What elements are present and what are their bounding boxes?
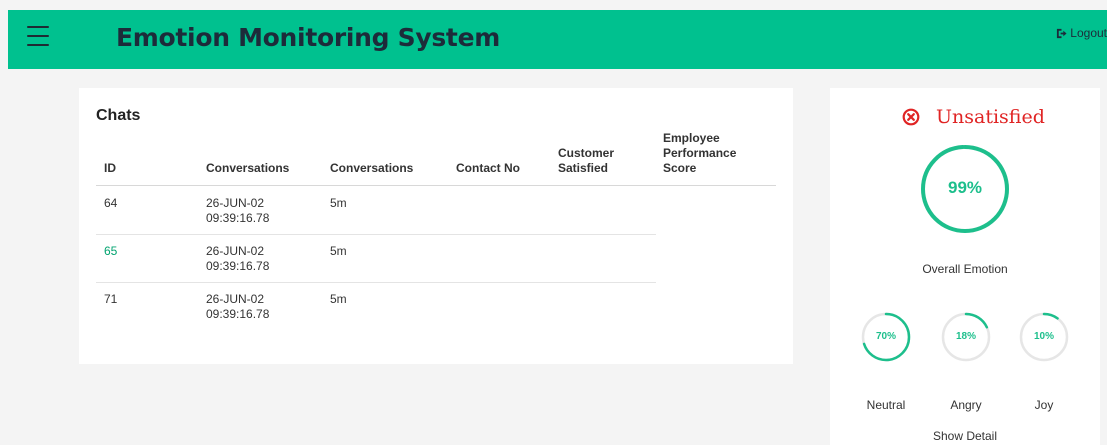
app-title: Emotion Monitoring System <box>116 23 500 52</box>
col-customer-satisfied: Customer Satisfied <box>558 146 615 175</box>
row-date-time: 09:39:16.78 <box>206 307 270 321</box>
emotion-card: Unsatisfied 99% Overall Emotion 70% 18% … <box>830 88 1100 445</box>
angry-gauge: 18% <box>941 312 991 362</box>
show-detail-link[interactable]: Show Detail <box>830 429 1100 443</box>
row-date-time: 09:39:16.78 <box>206 211 270 225</box>
overall-emotion-label: Overall Emotion <box>922 262 1008 276</box>
joy-gauge: 10% <box>1019 312 1069 362</box>
joy-percent: 10% <box>1033 331 1054 342</box>
neutral-label: Neutral <box>866 398 906 412</box>
logout-icon <box>1057 28 1067 38</box>
chats-title: Chats <box>96 107 141 124</box>
logout-button[interactable]: Logout <box>1056 26 1107 40</box>
joy-label: Joy <box>1034 398 1054 412</box>
menu-icon[interactable] <box>27 26 49 48</box>
row-date-day: 26-JUN-02 <box>206 196 265 210</box>
table-header: ID Conversations Conversations Contact N… <box>96 131 776 186</box>
row-date-day: 26-JUN-02 <box>206 244 265 258</box>
chats-card: Chats ID Conversations Conversations Con… <box>79 88 793 364</box>
table-row[interactable]: 64 26-JUN-02 09:39:16.78 5m <box>96 187 656 235</box>
col-conversations-duration: Conversations <box>330 161 414 175</box>
col-contact-no: Contact No <box>456 161 520 175</box>
status-text: Unsatisfied <box>936 106 1045 128</box>
table-row[interactable]: 65 26-JUN-02 09:39:16.78 5m <box>96 235 656 283</box>
row-id: 71 <box>104 292 118 306</box>
overall-percent: 99% <box>947 178 983 197</box>
logout-label: Logout <box>1070 26 1107 40</box>
satisfaction-status: Unsatisfied <box>902 106 1045 128</box>
neutral-percent: 70% <box>875 331 896 342</box>
col-id: ID <box>104 161 116 175</box>
x-circle-icon <box>902 108 920 126</box>
row-duration: 5m <box>330 244 347 258</box>
row-id-link[interactable]: 65 <box>104 244 117 259</box>
neutral-gauge: 70% <box>861 312 911 362</box>
row-duration: 5m <box>330 196 347 210</box>
row-date: 26-JUN-02 09:39:16.78 <box>206 196 269 226</box>
table-row[interactable]: 71 26-JUN-02 09:39:16.78 5m <box>96 283 656 331</box>
col-conversations-date: Conversations <box>206 161 290 175</box>
app-header: Emotion Monitoring System Logout <box>8 10 1107 69</box>
row-duration: 5m <box>330 292 347 306</box>
row-date: 26-JUN-02 09:39:16.78 <box>206 292 269 322</box>
angry-percent: 18% <box>955 331 976 342</box>
overall-emotion-gauge: 99% <box>919 143 1011 235</box>
row-date: 26-JUN-02 09:39:16.78 <box>206 244 269 274</box>
row-date-time: 09:39:16.78 <box>206 259 270 273</box>
col-employee-performance-score: Employee Performance Score <box>663 131 737 175</box>
row-date-day: 26-JUN-02 <box>206 292 265 306</box>
angry-label: Angry <box>950 398 982 412</box>
row-id: 64 <box>104 196 118 210</box>
